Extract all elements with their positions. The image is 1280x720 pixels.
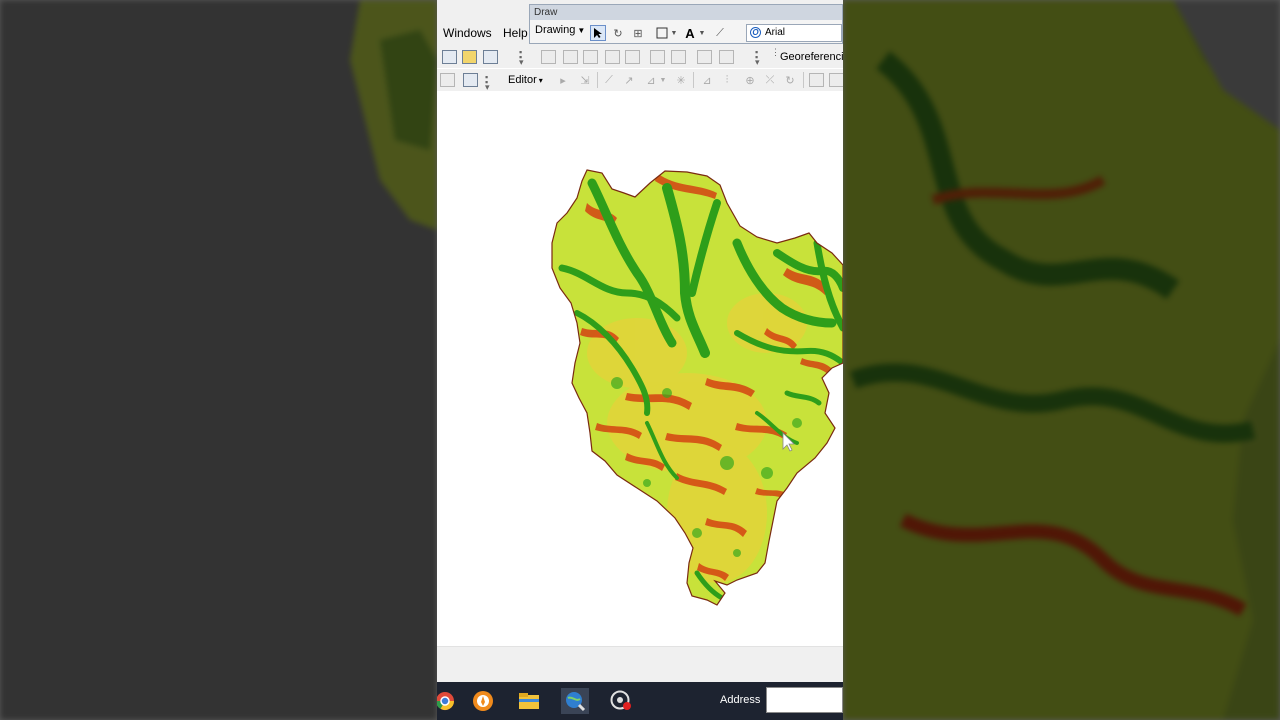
rotate-tool-icon[interactable]: ↻ [782, 72, 798, 88]
toolbar-separator [693, 72, 694, 88]
rotate-button[interactable]: ↻ [610, 25, 626, 41]
rectangle-dropdown-chevron-icon[interactable]: ▼ [670, 25, 678, 41]
windows-taskbar: Address [437, 682, 843, 720]
background-map-fragment-right [843, 0, 1280, 720]
menu-windows[interactable]: Windows [443, 26, 492, 40]
text-dropdown-chevron-icon[interactable]: ▼ [698, 25, 706, 41]
full-extent-icon[interactable] [605, 50, 620, 64]
toolbar-grip-icon[interactable]: ⋮ [771, 48, 780, 66]
address-toolbar-label: Address [720, 694, 761, 706]
menu-help[interactable]: Help [503, 26, 528, 40]
drawing-dropdown-label: Drawing [535, 24, 576, 36]
toolbar-separator [803, 72, 804, 88]
reshape-feature-icon[interactable]: ⫶ [719, 72, 735, 88]
toolbar-grip-icon[interactable]: ▪ ▪ ▾ [519, 48, 525, 67]
edit-tool-icon[interactable]: ▸ [555, 72, 571, 88]
arcmap-window: Windows Help Draw Drawing ▼ ↻ ⊞ ▼ A ▼ ⟋ O… [437, 0, 843, 720]
zoom-page-icon: ⊞ [633, 27, 643, 40]
pointer-arrow-icon [594, 28, 602, 38]
next-extent-icon[interactable] [671, 50, 686, 64]
editor-menu-label: Editor [508, 74, 537, 86]
toolbar-grip-icon[interactable]: ▪ ▪ ▾ [485, 73, 491, 92]
background-blur-right [843, 0, 1280, 720]
toolbar-grip-icon[interactable]: ▪ ▪ ▾ [755, 48, 761, 67]
split-icon[interactable]: ⤫ [762, 72, 778, 88]
draw-toolbar: Draw Drawing ▼ ↻ ⊞ ▼ A ▼ ⟋ O Arial [529, 4, 843, 44]
zoom-out-icon[interactable] [563, 50, 578, 64]
background-map-fragment-left [350, 0, 437, 230]
map-display[interactable] [437, 93, 843, 646]
chrome-logo-icon [437, 692, 454, 711]
georeferencing-menu[interactable]: Georeferenci [780, 51, 843, 63]
previous-extent-icon[interactable] [650, 50, 665, 64]
catalog-window-icon[interactable] [462, 50, 477, 64]
screen-recorder-icon[interactable] [607, 688, 635, 714]
toolbar-separator [597, 72, 598, 88]
chevron-down-icon: ▾ [538, 76, 543, 85]
chevron-down-icon: ▼ [577, 26, 586, 35]
text-tool-icon: A [685, 25, 695, 41]
file-explorer-icon[interactable] [515, 688, 543, 714]
edit-vertices-button[interactable]: ⟋ [712, 25, 728, 41]
cut-polygons-icon[interactable]: ⊕ [742, 72, 758, 88]
menu-bar: Windows Help Draw Drawing ▼ ↻ ⊞ ▼ A ▼ ⟋ O… [437, 0, 843, 46]
arcmap-taskbar-icon[interactable] [561, 688, 589, 714]
pan-icon[interactable] [583, 50, 598, 64]
edit-vertices-icon[interactable]: ⊿ [699, 72, 715, 88]
address-input[interactable] [766, 687, 843, 713]
edit-annotation-icon[interactable]: ⇲ [577, 72, 593, 88]
end-point-arc-icon[interactable]: ↗ [621, 72, 637, 88]
table-of-contents-icon[interactable] [442, 50, 457, 64]
orange-browser-icon [473, 691, 493, 711]
folder-icon [519, 693, 539, 709]
straight-segment-icon[interactable]: ⟋ [601, 72, 617, 88]
construction-tools-icon[interactable]: ⊿ [643, 72, 659, 88]
sketch-properties-icon[interactable] [829, 73, 843, 87]
zoom-in-icon[interactable] [541, 50, 556, 64]
rectangle-tool-button[interactable] [654, 25, 670, 41]
identify-icon[interactable] [463, 73, 478, 87]
toolbar-row-2: ▪ ▪ ▾ ▪ ▪ ▾ ⋮ Georeferenci [437, 46, 843, 68]
zoom-whole-page-button[interactable]: ⊞ [630, 25, 646, 41]
edit-vertices-icon: ⟋ [716, 26, 724, 39]
rectangle-icon [656, 27, 668, 39]
select-elements-button[interactable] [590, 25, 606, 41]
font-type-icon: O [750, 27, 761, 38]
split-tool-icon[interactable]: ✳ [673, 72, 689, 88]
font-name-combo[interactable]: O Arial [746, 24, 842, 42]
slope-raster-map[interactable] [437, 93, 843, 646]
chrome-icon[interactable] [437, 688, 459, 714]
drawing-dropdown[interactable]: Drawing ▼ [535, 24, 585, 36]
avast-browser-icon[interactable] [469, 688, 497, 714]
background-blur-left [0, 0, 437, 720]
status-bar [437, 646, 843, 683]
font-name-value: Arial [765, 27, 786, 38]
attributes-icon[interactable] [809, 73, 824, 87]
construction-dropdown-chevron-icon[interactable]: ▼ [659, 72, 667, 88]
rotate-icon: ↻ [613, 27, 623, 40]
clear-selection-icon[interactable] [719, 50, 734, 64]
record-camera-icon [610, 690, 631, 710]
globe-magnifier-icon [566, 692, 586, 712]
text-tool-button[interactable]: A [682, 25, 698, 41]
toolbar-row-3: ▪ ▪ ▾ Editor ▾ ▸ ⇲ ⟋ ↗ ⊿ ▼ ✳ ⊿ ⫶ ⊕ ⤫ ↻ [437, 69, 843, 92]
draw-toolbar-title[interactable]: Draw [530, 5, 842, 20]
editor-menu[interactable]: Editor ▾ [508, 74, 543, 86]
search-window-icon[interactable] [483, 50, 498, 64]
fixed-zoom-icon[interactable] [625, 50, 640, 64]
select-features-icon[interactable] [697, 50, 712, 64]
layout-icon[interactable] [440, 73, 455, 87]
